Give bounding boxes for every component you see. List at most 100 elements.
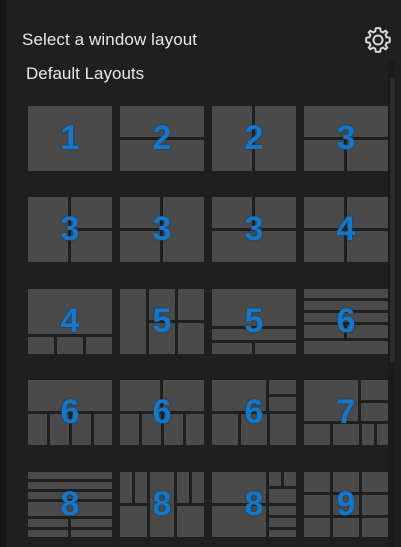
layout-pane xyxy=(269,472,281,486)
layout-pane xyxy=(347,140,388,171)
layout-option-3[interactable]: 3 xyxy=(120,197,204,262)
layout-pane xyxy=(269,380,296,394)
layout-pane xyxy=(120,289,146,354)
layout-pane xyxy=(284,472,296,486)
gear-icon[interactable] xyxy=(362,24,394,56)
layout-option-5[interactable]: 5 xyxy=(120,289,204,354)
layout-pane xyxy=(212,197,252,228)
layout-option-2[interactable]: 2 xyxy=(120,106,204,171)
layout-preview xyxy=(120,380,204,445)
layout-pane xyxy=(269,506,296,515)
layout-pane xyxy=(71,530,112,537)
layout-pane xyxy=(150,472,174,537)
layout-pane xyxy=(192,472,204,503)
layout-pane xyxy=(28,519,68,527)
layout-preview xyxy=(120,197,204,262)
layout-pane xyxy=(212,380,266,411)
layout-pane xyxy=(304,231,344,262)
layout-option-4[interactable]: 4 xyxy=(304,197,388,262)
layout-pane xyxy=(241,414,267,445)
layout-pane xyxy=(164,414,183,445)
layout-option-6[interactable]: 6 xyxy=(304,289,388,354)
layout-pane xyxy=(269,489,296,503)
layout-pane xyxy=(177,472,189,503)
layout-option-6[interactable]: 6 xyxy=(120,380,204,445)
layout-preview xyxy=(212,106,296,171)
layout-pane xyxy=(120,506,147,537)
layout-pane xyxy=(304,325,344,338)
scrollbar-thumb[interactable] xyxy=(390,78,395,363)
layout-pane xyxy=(120,414,139,445)
layout-pane xyxy=(270,414,296,445)
layout-option-3[interactable]: 3 xyxy=(212,197,296,262)
layout-pane xyxy=(362,424,374,445)
layout-preview xyxy=(304,106,388,171)
layout-pane xyxy=(212,231,296,262)
layout-pane xyxy=(86,337,112,354)
layout-pane xyxy=(304,380,358,421)
layout-pane xyxy=(362,472,388,492)
layout-pane xyxy=(304,495,330,515)
layout-option-1[interactable]: 1 xyxy=(28,106,112,171)
layout-pane xyxy=(28,530,68,537)
layout-pane xyxy=(347,231,388,262)
layout-preview xyxy=(120,289,204,354)
layout-pane xyxy=(255,106,296,171)
layout-pane xyxy=(28,106,112,171)
layout-preview xyxy=(120,106,204,171)
layout-pane xyxy=(120,197,160,228)
layout-pane xyxy=(347,197,388,228)
layout-pane xyxy=(94,414,112,445)
layout-preview xyxy=(212,197,296,262)
layout-pane xyxy=(120,380,160,411)
layout-pane xyxy=(28,289,112,334)
default-layouts-label: Default Layouts xyxy=(26,64,145,83)
layout-pane xyxy=(333,472,359,492)
layout-pane xyxy=(71,197,112,228)
layout-pane xyxy=(377,424,388,445)
layout-pane xyxy=(28,414,47,445)
layout-pane xyxy=(212,506,266,537)
layout-option-6[interactable]: 6 xyxy=(28,380,112,445)
layout-option-3[interactable]: 3 xyxy=(28,197,112,262)
layout-option-5[interactable]: 5 xyxy=(212,289,296,354)
layout-pane xyxy=(149,289,175,320)
layout-option-6[interactable]: 6 xyxy=(212,380,296,445)
layout-pane xyxy=(212,414,238,445)
layout-pane xyxy=(304,341,388,354)
layout-option-3[interactable]: 3 xyxy=(304,106,388,171)
layout-pane xyxy=(120,106,204,137)
layout-pane xyxy=(120,231,160,262)
layout-option-4[interactable]: 4 xyxy=(28,289,112,354)
layout-pane xyxy=(212,472,266,503)
layout-preview xyxy=(28,380,112,445)
layout-preview xyxy=(304,289,388,354)
layout-pane xyxy=(142,414,161,445)
layout-pane xyxy=(50,414,69,445)
layout-option-2[interactable]: 2 xyxy=(212,106,296,171)
layout-pane xyxy=(304,289,388,298)
layout-pane xyxy=(333,495,359,515)
layout-option-7[interactable]: 7 xyxy=(304,380,388,445)
layout-pane xyxy=(304,424,330,445)
layout-pane xyxy=(149,323,175,354)
layout-pane xyxy=(71,231,112,262)
layout-pane xyxy=(212,329,296,340)
layout-pane xyxy=(186,414,204,445)
layout-pane xyxy=(28,197,68,262)
layout-pane xyxy=(28,502,112,516)
layout-pane xyxy=(163,197,204,262)
layout-pane xyxy=(57,337,83,354)
layout-option-8[interactable]: 8 xyxy=(120,472,204,537)
layout-option-9[interactable]: 9 xyxy=(304,472,388,537)
panel-title: Select a window layout xyxy=(22,30,198,49)
layout-option-8[interactable]: 8 xyxy=(28,472,112,537)
layout-pane xyxy=(269,397,296,411)
layout-pane xyxy=(72,414,91,445)
layout-pane xyxy=(120,140,204,171)
layout-pane xyxy=(135,472,147,503)
layout-option-8[interactable]: 8 xyxy=(212,472,296,537)
layout-pane xyxy=(333,424,359,445)
layout-preview xyxy=(304,197,388,262)
layout-pane xyxy=(255,197,296,228)
